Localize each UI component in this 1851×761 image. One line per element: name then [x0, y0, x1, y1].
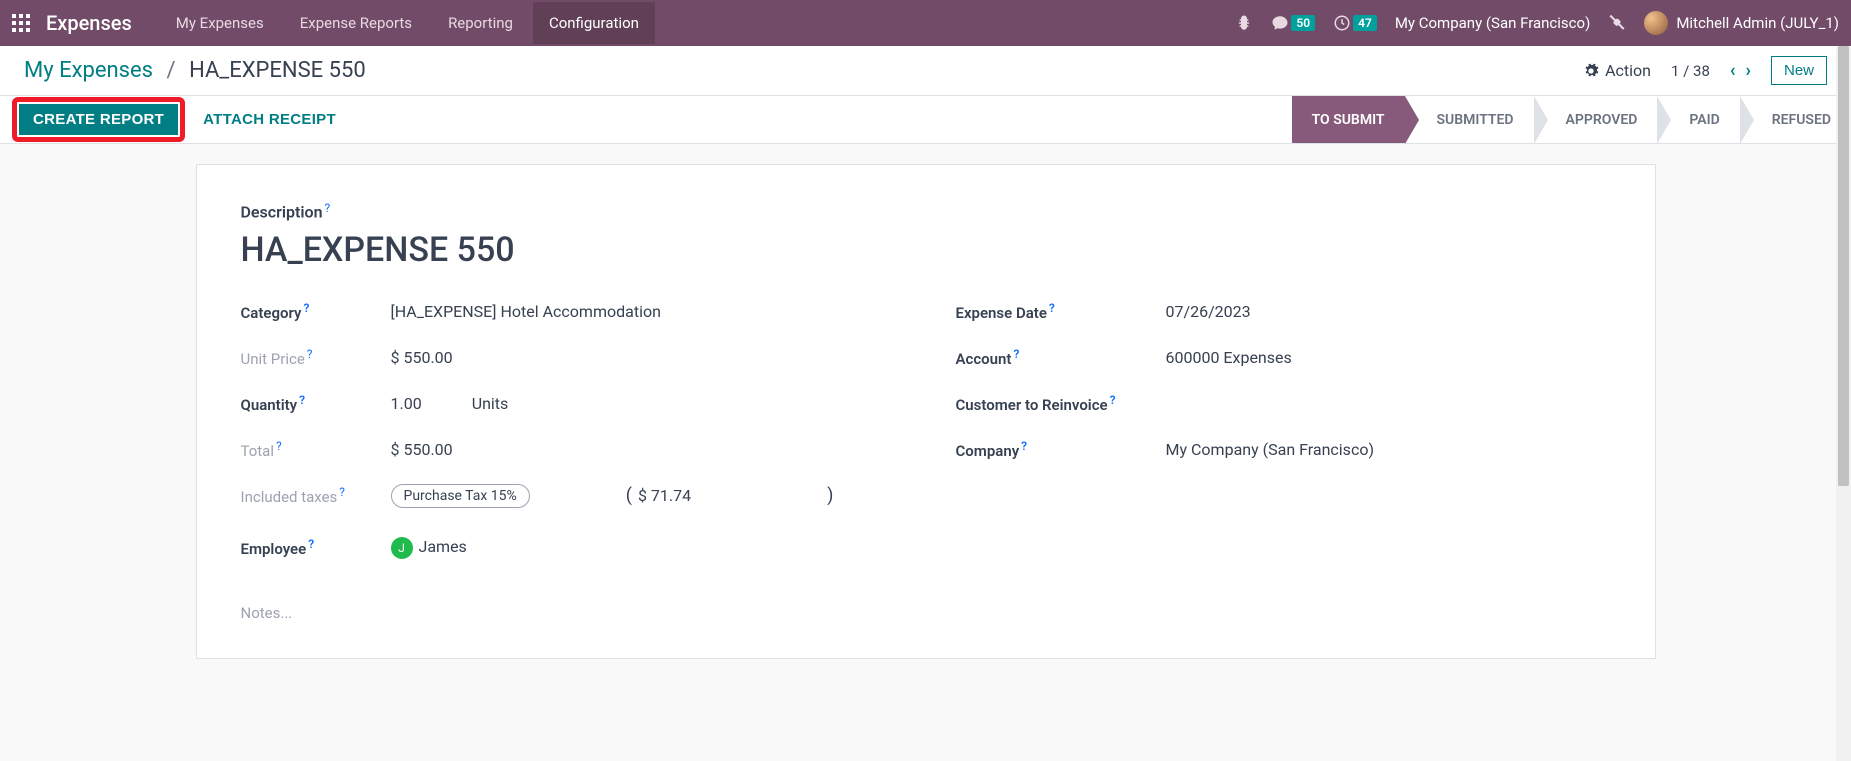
topnav-right: 50 47 My Company (San Francisco) Mitchel…	[1235, 11, 1839, 35]
step-approved[interactable]: APPROVED	[1534, 96, 1658, 143]
left-column: Category? [HA_EXPENSE] Hotel Accommodati…	[241, 298, 896, 580]
paren-close: )	[827, 485, 833, 506]
taxes-row: Included taxes? Purchase Tax 15% ( $ 71.…	[241, 482, 896, 510]
breadcrumb-right: Action 1 / 38 ‹ › New	[1583, 56, 1827, 85]
new-button[interactable]: New	[1771, 56, 1827, 85]
help-icon[interactable]: ?	[299, 393, 305, 407]
breadcrumb-separator: /	[167, 58, 176, 83]
apps-icon[interactable]	[12, 14, 30, 32]
nav-configuration[interactable]: Configuration	[533, 2, 655, 44]
description-section: Description? HA_EXPENSE 550	[241, 201, 1611, 270]
paren-open: (	[626, 485, 632, 506]
quantity-row: Quantity? 1.00Units	[241, 390, 896, 418]
messaging-badge: 50	[1291, 15, 1315, 31]
step-submitted[interactable]: SUBMITTED	[1405, 96, 1534, 143]
quantity-label: Quantity?	[241, 393, 391, 414]
tax-amount: $ 71.74	[638, 486, 691, 505]
company-label: Company?	[956, 439, 1166, 460]
total-label: Total?	[241, 439, 391, 460]
reinvoice-label: Customer to Reinvoice?	[956, 393, 1166, 414]
tax-tag[interactable]: Purchase Tax 15%	[391, 484, 530, 508]
breadcrumb-current: HA_EXPENSE 550	[189, 58, 366, 83]
bug-icon[interactable]	[1235, 14, 1253, 32]
date-row: Expense Date? 07/26/2023	[956, 298, 1611, 326]
breadcrumb-bar: My Expenses / HA_EXPENSE 550 Action 1 / …	[0, 46, 1851, 96]
company-value[interactable]: My Company (San Francisco)	[1166, 440, 1611, 459]
attach-receipt-button[interactable]: ATTACH RECEIPT	[189, 103, 350, 136]
help-icon[interactable]: ?	[1013, 347, 1019, 361]
account-row: Account? 600000 Expenses	[956, 344, 1611, 372]
scrollbar-thumb[interactable]	[1838, 46, 1849, 486]
taxes-value: Purchase Tax 15% ( $ 71.74 )	[391, 484, 896, 508]
total-value: $ 550.00	[391, 440, 896, 459]
nav-expense-reports[interactable]: Expense Reports	[284, 2, 428, 44]
vertical-scrollbar[interactable]	[1836, 46, 1851, 761]
topnav-left: Expenses My Expenses Expense Reports Rep…	[12, 2, 655, 44]
statusbar: CREATE REPORT ATTACH RECEIPT TO SUBMIT S…	[0, 96, 1851, 144]
notes-field[interactable]: Notes...	[241, 604, 1611, 622]
company-switcher[interactable]: My Company (San Francisco)	[1395, 14, 1590, 32]
pager-arrows: ‹ ›	[1730, 60, 1751, 81]
highlight-marker: CREATE REPORT	[12, 97, 185, 142]
employee-value[interactable]: JJames	[391, 537, 896, 559]
date-value[interactable]: 07/26/2023	[1166, 302, 1611, 321]
action-label: Action	[1605, 61, 1651, 80]
help-icon[interactable]: ?	[307, 347, 313, 361]
pager-prev-icon[interactable]: ‹	[1730, 60, 1736, 81]
help-icon[interactable]: ?	[325, 201, 331, 215]
employee-row: Employee? JJames	[241, 534, 896, 562]
user-avatar	[1644, 11, 1668, 35]
help-icon[interactable]: ?	[303, 301, 309, 315]
account-label: Account?	[956, 347, 1166, 368]
user-name: Mitchell Admin (JULY_1)	[1676, 14, 1839, 32]
employee-label: Employee?	[241, 537, 391, 558]
status-steps: TO SUBMIT SUBMITTED APPROVED PAID REFUSE…	[1292, 96, 1851, 143]
category-row: Category? [HA_EXPENSE] Hotel Accommodati…	[241, 298, 896, 326]
unit-price-label: Unit Price?	[241, 347, 391, 368]
create-report-button[interactable]: CREATE REPORT	[19, 104, 178, 135]
employee-avatar: J	[391, 537, 413, 559]
help-icon[interactable]: ?	[308, 537, 314, 551]
help-icon[interactable]: ?	[1049, 301, 1055, 315]
quantity-value[interactable]: 1.00Units	[391, 394, 896, 413]
help-icon[interactable]: ?	[1110, 393, 1116, 407]
breadcrumb: My Expenses / HA_EXPENSE 550	[24, 58, 366, 83]
content-area: Description? HA_EXPENSE 550 Category? [H…	[0, 144, 1851, 679]
reinvoice-row: Customer to Reinvoice?	[956, 390, 1611, 418]
user-menu[interactable]: Mitchell Admin (JULY_1)	[1644, 11, 1839, 35]
unit-price-value[interactable]: $ 550.00	[391, 348, 896, 367]
category-label: Category?	[241, 301, 391, 322]
form-sheet: Description? HA_EXPENSE 550 Category? [H…	[196, 164, 1656, 659]
messaging-icon[interactable]: 50	[1271, 14, 1315, 32]
activity-badge: 47	[1353, 15, 1377, 31]
unit-price-row: Unit Price? $ 550.00	[241, 344, 896, 372]
category-value[interactable]: [HA_EXPENSE] Hotel Accommodation	[391, 302, 896, 321]
nav-reporting[interactable]: Reporting	[432, 2, 529, 44]
brand-title[interactable]: Expenses	[46, 11, 132, 35]
help-icon[interactable]: ?	[1021, 439, 1027, 453]
pager-next-icon[interactable]: ›	[1746, 60, 1751, 81]
tools-icon[interactable]	[1608, 14, 1626, 32]
description-label: Description	[241, 203, 323, 222]
top-navbar: Expenses My Expenses Expense Reports Rep…	[0, 0, 1851, 46]
step-refused[interactable]: REFUSED	[1740, 96, 1851, 143]
breadcrumb-parent[interactable]: My Expenses	[24, 58, 153, 83]
activity-icon[interactable]: 47	[1333, 14, 1377, 32]
action-menu[interactable]: Action	[1583, 61, 1651, 80]
nav-my-expenses[interactable]: My Expenses	[160, 2, 280, 44]
pager-text[interactable]: 1 / 38	[1671, 62, 1710, 80]
date-label: Expense Date?	[956, 301, 1166, 322]
right-column: Expense Date? 07/26/2023 Account? 600000…	[956, 298, 1611, 580]
company-row: Company? My Company (San Francisco)	[956, 436, 1611, 464]
gear-icon	[1583, 63, 1599, 79]
expense-title[interactable]: HA_EXPENSE 550	[241, 230, 1611, 270]
help-icon[interactable]: ?	[339, 485, 345, 499]
taxes-label: Included taxes?	[241, 485, 391, 506]
account-value[interactable]: 600000 Expenses	[1166, 348, 1611, 367]
total-row: Total? $ 550.00	[241, 436, 896, 464]
help-icon[interactable]: ?	[276, 439, 282, 453]
form-columns: Category? [HA_EXPENSE] Hotel Accommodati…	[241, 298, 1611, 580]
step-to-submit[interactable]: TO SUBMIT	[1292, 96, 1405, 143]
